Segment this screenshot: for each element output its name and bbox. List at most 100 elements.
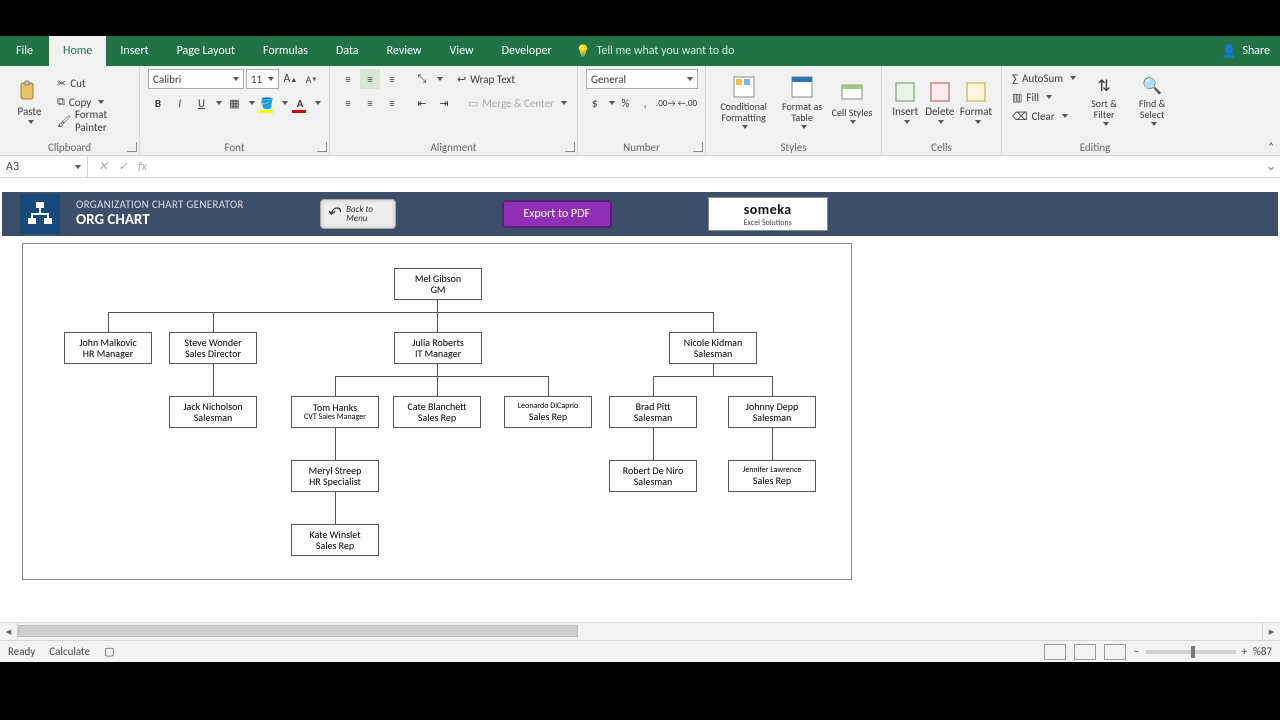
insert-cells-button[interactable]: Insert [890,69,921,135]
find-select-button[interactable]: 🔍 Find & Select [1130,69,1174,135]
delete-cells-button[interactable]: Delete [925,69,956,135]
org-node[interactable]: Leonardo DiCaprioSales Rep [504,396,592,428]
increase-indent-button[interactable]: ⇥ [434,93,454,113]
align-right-button[interactable]: ≡ [382,93,402,113]
expand-formula-bar-button[interactable]: ⌄ [1262,159,1280,174]
decrease-indent-button[interactable]: ⇤ [412,93,432,113]
zoom-slider[interactable] [1146,650,1236,654]
autosum-button[interactable]: ∑AutoSum [1010,69,1078,87]
enter-formula-icon[interactable]: ✓ [118,159,128,174]
scroll-thumb[interactable] [18,625,578,637]
collapse-ribbon-button[interactable]: ˄ [1268,140,1274,153]
fill-color-button[interactable]: 🪣 [257,93,277,113]
tab-developer[interactable]: Developer [488,36,566,66]
align-center-button[interactable]: ≡ [360,93,380,113]
page-layout-view-button[interactable] [1074,644,1096,660]
align-left-button[interactable]: ≡ [338,93,358,113]
cell-styles-button[interactable]: Cell Styles [831,69,873,135]
share-button[interactable]: 👤 Share [1221,44,1270,59]
page-break-view-button[interactable] [1104,644,1126,660]
tab-file[interactable]: File [0,36,49,66]
increase-decimal-button[interactable]: .00→ [656,93,676,113]
font-size-select[interactable]: 11 [246,69,279,89]
format-cells-button[interactable]: Format [959,69,993,135]
worksheet-area[interactable]: ORGANIZATION CHART GENERATOR ORG CHART ↶… [0,178,1280,622]
export-pdf-button[interactable]: Export to PDF [502,200,612,228]
org-node[interactable]: Steve WonderSales Director [169,332,257,364]
tell-me-search[interactable]: 💡 Tell me what you want to do [566,44,735,59]
org-node[interactable]: Jack NicholsonSalesman [169,396,257,428]
dialog-launcher-icon[interactable] [565,142,575,152]
formula-input[interactable] [157,156,1262,177]
scroll-left-button[interactable]: ◂ [0,623,18,640]
org-node[interactable]: Tom HanksCVT Sales Manager [291,396,379,428]
decrease-decimal-button[interactable]: ←.00 [677,93,697,113]
font-color-button[interactable]: A [290,93,310,113]
zoom-in-button[interactable]: + [1242,645,1247,658]
org-node[interactable]: Johnny DeppSalesman [728,396,816,428]
tab-formulas[interactable]: Formulas [249,36,322,66]
accounting-format-button[interactable]: $ [586,93,604,113]
number-format-select[interactable]: General [586,69,698,89]
sort-filter-button[interactable]: ⇅ Sort & Filter [1082,69,1126,135]
merge-center-button[interactable]: ▭Merge & Center [466,94,569,112]
macro-record-icon[interactable]: ▢ [104,645,114,658]
format-as-table-button[interactable]: Format as Table [777,69,827,135]
chevron-down-icon [1103,122,1109,126]
italic-button[interactable]: I [170,93,190,113]
tab-page-layout[interactable]: Page Layout [163,36,249,66]
status-calculate[interactable]: Calculate [49,645,90,658]
align-top-button[interactable]: ≡ [338,69,358,89]
back-to-menu-button[interactable]: ↶ Back to Menu [320,199,396,229]
tab-view[interactable]: View [436,36,488,66]
borders-button[interactable]: ▦ [224,93,244,113]
org-node[interactable]: Kate WinsletSales Rep [291,524,379,556]
decrease-font-button[interactable]: A▼ [302,69,321,89]
bold-button[interactable]: B [148,93,168,113]
percent-format-button[interactable]: % [617,93,635,113]
paste-button[interactable]: Paste [8,69,51,135]
comma-format-button[interactable]: , [636,93,654,113]
conditional-formatting-button[interactable]: Conditional Formatting [714,69,773,135]
font-name-select[interactable]: Calibri [148,69,244,89]
tab-insert[interactable]: Insert [106,36,162,66]
copy-icon: ⧉ [57,95,65,109]
scroll-right-button[interactable]: ▸ [1262,623,1280,640]
format-painter-button[interactable]: 🖌Format Painter [55,112,131,130]
fill-button[interactable]: ▥Fill [1010,88,1078,106]
tab-data[interactable]: Data [322,36,373,66]
org-node[interactable]: Julia RobertsIT Manager [394,332,482,364]
delete-icon [928,80,952,104]
tab-review[interactable]: Review [373,36,436,66]
dialog-launcher-icon[interactable] [127,142,137,152]
increase-font-button[interactable]: A▲ [281,69,300,89]
clear-button[interactable]: ⌫Clear [1010,107,1078,125]
dialog-launcher-icon[interactable] [317,142,327,152]
underline-button[interactable]: U [192,93,212,113]
chevron-down-icon [1062,114,1068,118]
name-box[interactable]: A3 [0,156,88,177]
fx-icon[interactable]: fx [138,160,147,174]
align-middle-button[interactable]: ≡ [360,69,380,89]
normal-view-button[interactable] [1044,644,1066,660]
connector [213,312,214,332]
org-node[interactable]: Meryl StreepHR Specialist [291,460,379,492]
org-node[interactable]: Mel Gibson GM [394,268,482,300]
org-node[interactable]: Jennifer LawrenceSales Rep [728,460,816,492]
org-node[interactable]: John MalkovicHR Manager [64,332,152,364]
tab-home[interactable]: Home [49,36,106,66]
org-node[interactable]: Nicole KidmanSalesman [669,332,757,364]
org-node[interactable]: Brad PittSalesman [609,396,697,428]
org-node[interactable]: Robert De NiroSalesman [609,460,697,492]
align-bottom-button[interactable]: ≡ [382,69,402,89]
zoom-out-button[interactable]: − [1134,645,1139,658]
zoom-value[interactable]: %87 [1253,645,1272,658]
orientation-button[interactable]: ⤡ [412,69,432,89]
dialog-launcher-icon[interactable] [693,142,703,152]
scroll-track[interactable] [18,623,1262,640]
org-node[interactable]: Cate BlanchettSales Rep [393,396,481,428]
cancel-formula-icon[interactable]: ✕ [98,159,108,174]
cut-button[interactable]: ✂Cut [55,74,131,92]
wrap-text-button[interactable]: ↩Wrap Text [455,70,517,88]
connector [772,428,773,460]
